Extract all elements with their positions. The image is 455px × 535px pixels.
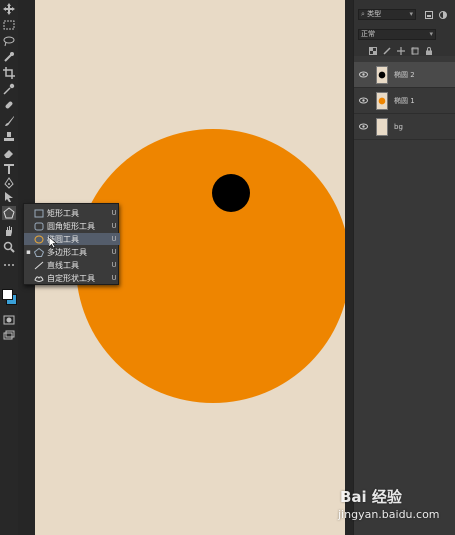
path-selection-tool-icon[interactable] bbox=[2, 190, 16, 204]
flyout-item-custom-shape[interactable]: 自定形状工具 U bbox=[24, 272, 120, 284]
baidu-jingyan-watermark: Bai 经验 jingyan.baidu.com bbox=[338, 478, 455, 535]
flyout-item-ellipse[interactable]: 椭圆工具 U bbox=[24, 233, 120, 245]
layer-row[interactable]: bg bbox=[354, 114, 455, 140]
type-tool-icon[interactable] bbox=[2, 162, 16, 176]
flyout-item-label: 矩形工具 bbox=[47, 208, 79, 218]
lock-position-icon[interactable] bbox=[396, 47, 405, 56]
move-tool-icon[interactable] bbox=[2, 2, 16, 16]
flyout-item-shortcut: U bbox=[111, 274, 117, 282]
eyedropper-tool-icon[interactable] bbox=[2, 82, 16, 96]
polygon-icon bbox=[33, 247, 45, 257]
flyout-item-label: 圆角矩形工具 bbox=[47, 221, 95, 231]
foreground-color-swatch[interactable] bbox=[2, 289, 13, 300]
quick-mask-icon[interactable] bbox=[2, 313, 16, 327]
pen-tool-icon[interactable] bbox=[2, 176, 16, 190]
layer-name: 椭圆 2 bbox=[394, 70, 415, 79]
lock-all-icon[interactable] bbox=[424, 47, 433, 56]
flyout-item-shortcut: U bbox=[111, 248, 117, 256]
layer-visibility-eye-icon[interactable] bbox=[354, 71, 372, 78]
filter-kind-select[interactable]: ⌕ 类型 ▾ bbox=[358, 9, 416, 20]
flyout-item-rectangle[interactable]: 矩形工具 U bbox=[24, 207, 120, 219]
shape-tool-icon[interactable] bbox=[2, 206, 16, 220]
flyout-item-line[interactable]: 直线工具 U bbox=[24, 259, 120, 271]
healing-brush-tool-icon[interactable] bbox=[2, 98, 16, 112]
lock-transparent-pixels-icon[interactable] bbox=[368, 47, 377, 56]
layer-name: bg bbox=[394, 122, 403, 131]
brush-tool-icon[interactable] bbox=[2, 114, 16, 128]
flyout-item-shortcut: U bbox=[111, 235, 117, 243]
ellipse-icon bbox=[33, 234, 45, 244]
marquee-tool-icon[interactable] bbox=[2, 18, 16, 32]
rounded-rectangle-icon bbox=[33, 221, 45, 231]
flyout-item-label: 自定形状工具 bbox=[47, 273, 95, 283]
watermark-brand: Bai 经验 bbox=[340, 488, 402, 506]
flyout-item-shortcut: U bbox=[111, 209, 117, 217]
filter-pixel-icon[interactable] bbox=[424, 10, 433, 19]
flyout-item-shortcut: U bbox=[111, 222, 117, 230]
flyout-item-label: 直线工具 bbox=[47, 260, 79, 270]
blend-mode-label: 正常 bbox=[361, 30, 375, 38]
tools-toolbar bbox=[0, 0, 18, 535]
filter-kind-label: 类型 bbox=[367, 10, 382, 18]
rectangle-icon bbox=[33, 208, 45, 218]
layer-name: 椭圆 1 bbox=[394, 96, 415, 105]
blend-mode-select[interactable]: 正常 ▾ bbox=[358, 29, 436, 40]
layer-visibility-eye-icon[interactable] bbox=[354, 97, 372, 104]
flyout-item-shortcut: U bbox=[111, 261, 117, 269]
custom-shape-icon bbox=[33, 273, 45, 283]
flyout-item-polygon[interactable]: ▪ 多边形工具 U bbox=[24, 246, 120, 258]
filter-adjustment-icon[interactable] bbox=[438, 10, 447, 19]
layer-row[interactable]: 椭圆 2 bbox=[354, 62, 455, 88]
layer-thumbnail bbox=[376, 91, 388, 110]
shape-tool-flyout-menu: 矩形工具 U 圆角矩形工具 U 椭圆工具 U ▪ 多边形工具 U 直线工具 U 自定形状工具 U bbox=[23, 203, 120, 285]
layer-thumbnail bbox=[376, 65, 388, 84]
watermark-url: jingyan.baidu.com bbox=[338, 508, 440, 521]
mouse-cursor-icon bbox=[48, 233, 58, 249]
layer-visibility-eye-icon[interactable] bbox=[354, 123, 372, 130]
screen-mode-icon[interactable] bbox=[2, 329, 16, 343]
lock-artboard-icon[interactable] bbox=[410, 47, 419, 56]
lasso-tool-icon[interactable] bbox=[2, 34, 16, 48]
clone-stamp-tool-icon[interactable] bbox=[2, 130, 16, 144]
layers-panel: ⌕ 类型 ▾ 正常 ▾ 椭圆 2 椭圆 1 bg bbox=[353, 0, 455, 535]
flyout-item-label: 多边形工具 bbox=[47, 247, 87, 257]
crop-tool-icon[interactable] bbox=[2, 66, 16, 80]
lock-image-pixels-icon[interactable] bbox=[382, 47, 391, 56]
layer-thumbnail bbox=[376, 117, 388, 136]
layers-panel-header: ⌕ 类型 ▾ 正常 ▾ bbox=[354, 0, 455, 56]
more-tools-icon[interactable] bbox=[2, 258, 16, 272]
layer-row[interactable]: 椭圆 1 bbox=[354, 88, 455, 114]
line-icon bbox=[33, 260, 45, 270]
eraser-tool-icon[interactable] bbox=[2, 146, 16, 160]
black-ellipse-shape[interactable] bbox=[212, 174, 250, 212]
quick-selection-tool-icon[interactable] bbox=[2, 50, 16, 64]
flyout-item-rounded-rectangle[interactable]: 圆角矩形工具 U bbox=[24, 220, 120, 232]
zoom-tool-icon[interactable] bbox=[2, 240, 16, 254]
active-tool-marker: ▪ bbox=[26, 248, 31, 256]
hand-tool-icon[interactable] bbox=[2, 224, 16, 238]
